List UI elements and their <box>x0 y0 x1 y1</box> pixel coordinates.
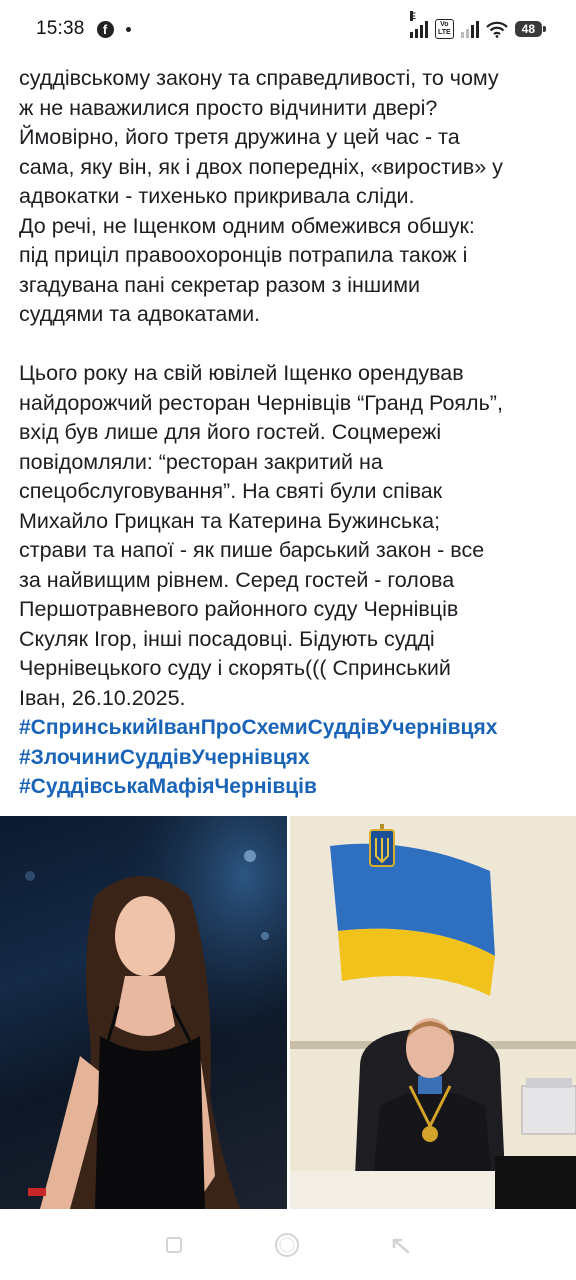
judge-photo-illustration <box>290 816 576 1209</box>
text-line: повідомляли: “ресторан закритий на <box>19 449 383 474</box>
system-nav-bar <box>0 1215 576 1280</box>
text-line: сама, яку він, як і двох попередніх, «ви… <box>19 154 503 179</box>
text-line: До речі, не Іщенком одним обмежився обшу… <box>19 213 475 238</box>
hashtag-link[interactable]: #ЗлочиниСуддівУчернівцях <box>19 743 564 773</box>
text-line: Іван, 26.10.2025. <box>19 685 186 710</box>
text-line: згадувана пані секретар разом з іншими <box>19 272 420 297</box>
text-line: Ймовірно, його третя дружина у цей час -… <box>19 125 460 149</box>
facebook-icon: f <box>96 20 114 38</box>
wifi-icon <box>485 21 508 38</box>
woman-photo-illustration <box>0 816 287 1209</box>
text-line: Першотравневого районного суду Чернівців <box>19 597 459 621</box>
post-photo-right[interactable] <box>290 816 576 1209</box>
text-line: Скуляк Ігор, інші посадовці. Бідують суд… <box>19 626 435 651</box>
signal-2-icon <box>460 20 479 38</box>
battery-indicator: 48 <box>514 21 547 37</box>
text-line: суддівському закону та справедливості, т… <box>19 66 499 90</box>
post-body: суддівському закону та справедливості, т… <box>19 64 564 802</box>
text-line: адвокатки - тихенько прикривала сліди. <box>19 184 415 208</box>
text-line: спецобслуговування”. На святі були співа… <box>19 479 443 503</box>
network-type-label: E <box>409 11 416 21</box>
status-time: 15:38 <box>36 18 85 39</box>
text-line: Чернівецького суду і скорять((( Спринськ… <box>19 656 451 680</box>
back-icon[interactable] <box>384 1233 418 1263</box>
text-line: найдорожчий ресторан Чернівців “Гранд Ро… <box>19 390 503 415</box>
status-right: E Vo LTE 48 <box>409 11 547 39</box>
volte-icon: Vo LTE <box>434 19 454 39</box>
text-line: суддями та адвокатами. <box>19 302 261 326</box>
text-line: ж не наважилися просто відчинити двері? <box>19 95 438 120</box>
post-photo-left[interactable] <box>0 816 287 1209</box>
signal-icon: E <box>409 11 428 38</box>
post-paragraph-1: суддівському закону та справедливості, т… <box>19 64 564 330</box>
text-line: страви та напої - як пише барський закон… <box>19 538 485 562</box>
post-paragraph-2: Цього року на свій ювілей Іщенко орендув… <box>19 359 564 713</box>
hashtag-link[interactable]: #СуддівськаМафіяЧернівців <box>19 772 564 802</box>
hashtag-link[interactable]: #СпринськийІванПроСхемиСуддівУчернівцях <box>19 713 564 743</box>
text-line: Михайло Грицкан та Катерина Бужинська; <box>19 508 441 533</box>
recents-icon[interactable] <box>158 1234 190 1262</box>
status-bar: 15:38 f E Vo LTE 48 <box>0 0 576 58</box>
notification-dot-icon <box>125 26 131 32</box>
text-line: Цього року на свій ювілей Іщенко орендув… <box>19 361 464 385</box>
text-line: під приціл правоохоронців потрапила тако… <box>19 243 468 267</box>
home-icon[interactable] <box>267 1230 307 1266</box>
status-left: 15:38 f <box>36 18 131 40</box>
text-line: вхід був лише для його гостей. Соцмережі <box>19 420 442 444</box>
text-line: за найвищим рівнем. Серед гостей - голов… <box>19 567 455 592</box>
